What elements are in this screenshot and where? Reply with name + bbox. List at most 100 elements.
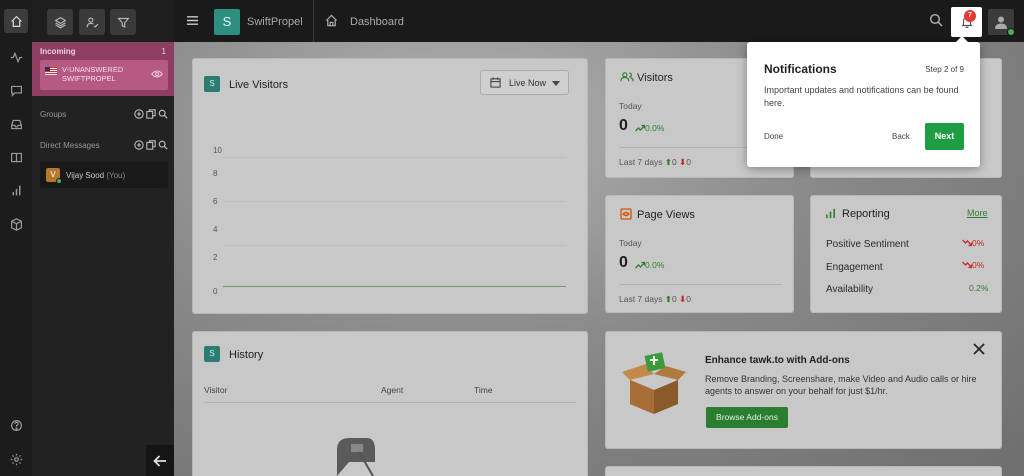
search-icon[interactable] <box>929 13 943 27</box>
incoming-count: 1 <box>161 47 166 56</box>
reporting-row-label: Availability <box>826 284 874 295</box>
gridline <box>223 245 566 246</box>
notifications-button[interactable]: 7 <box>951 7 982 37</box>
icon-rail <box>0 0 32 476</box>
filter-icon[interactable] <box>110 9 136 35</box>
chevron-down-icon <box>552 81 560 86</box>
live-now-dropdown[interactable]: Live Now <box>480 70 569 95</box>
help-icon[interactable] <box>4 413 28 437</box>
history-header-divider <box>204 402 576 403</box>
reports-icon[interactable] <box>4 178 28 202</box>
menu-icon[interactable] <box>186 14 199 27</box>
user-icon <box>995 16 1007 29</box>
visitors-today-value: 0 <box>619 117 628 134</box>
collapse-panel-button[interactable] <box>146 445 174 476</box>
history-col-time: Time <box>474 385 493 395</box>
addons-title: Enhance tawk.to with Add-ons <box>705 355 850 366</box>
dm-user-name: Vijay Sood (You) <box>66 171 125 180</box>
history-title: History <box>229 349 264 361</box>
gridline <box>223 201 566 202</box>
groups-label: Groups <box>40 110 67 119</box>
settings-gear-icon[interactable] <box>4 447 28 471</box>
arrow-up-icon: ⬆ <box>664 294 672 304</box>
search-dm-icon[interactable] <box>158 140 168 150</box>
top-header: S SwiftPropel Dashboard 7 <box>174 0 1024 42</box>
live-visitors-badge: S <box>204 76 220 92</box>
tour-back-button[interactable]: Back <box>892 132 910 141</box>
property-logo[interactable]: S <box>214 9 240 35</box>
inbox-icon[interactable] <box>4 112 28 136</box>
reporting-row-value-text: 0% <box>972 238 985 248</box>
trend-down-icon <box>962 261 972 269</box>
tour-next-button[interactable]: Next <box>925 123 964 150</box>
y-tick: 4 <box>213 225 218 234</box>
us-flag-icon <box>45 67 57 75</box>
y-tick: 0 <box>213 287 218 296</box>
incoming-section: Incoming 1 V-UNANSWERED SWIFTPROPEL <box>32 42 174 96</box>
y-tick: 2 <box>213 253 218 262</box>
breadcrumb-home-icon <box>325 14 338 27</box>
layers-icon[interactable] <box>47 9 73 35</box>
history-col-visitor: Visitor <box>204 385 228 395</box>
notification-count-badge: 7 <box>964 10 976 22</box>
reporting-row-label: Engagement <box>826 262 883 273</box>
visitors-change: 0.0% <box>635 123 664 133</box>
reporting-more-link[interactable]: More <box>967 208 988 218</box>
trend-down-icon <box>962 239 972 247</box>
reporting-row-label: Positive Sentiment <box>826 239 909 250</box>
tour-step: Step 2 of 9 <box>925 65 964 74</box>
dm-user-item[interactable]: V Vijay Sood (You) <box>40 162 168 188</box>
arrow-left-icon <box>153 454 166 467</box>
live-visitors-title: Live Visitors <box>229 79 289 91</box>
reporting-icon <box>826 208 835 219</box>
incoming-title: Incoming <box>40 47 76 56</box>
reporting-row-value-text: 0% <box>972 260 985 270</box>
breadcrumb: Dashboard <box>350 16 404 28</box>
incoming-chat-item[interactable]: V-UNANSWERED SWIFTPROPEL <box>40 60 168 90</box>
property-name[interactable]: SwiftPropel <box>247 16 303 28</box>
page-views-today-value: 0 <box>619 254 628 271</box>
conversations-panel: Incoming 1 V-UNANSWERED SWIFTPROPEL Grou… <box>32 0 174 476</box>
history-card: S History <box>192 331 588 476</box>
tour-title: Notifications <box>764 62 837 76</box>
y-tick: 6 <box>213 197 218 206</box>
page-views-change-text: 0.0% <box>645 260 665 270</box>
header-divider <box>313 0 314 42</box>
knowledge-base-icon[interactable] <box>4 145 28 169</box>
copy-icon[interactable] <box>146 109 156 119</box>
activity-icon[interactable] <box>4 45 28 69</box>
live-now-value: Live Now <box>509 78 547 88</box>
y-tick: 10 <box>213 146 222 155</box>
eye-icon[interactable] <box>151 69 163 79</box>
addons-description: Remove Branding, Screenshare, make Video… <box>705 374 977 396</box>
copy-dm-icon[interactable] <box>146 140 156 150</box>
reporting-row-value: 0% <box>962 238 984 248</box>
home-icon[interactable] <box>4 9 28 33</box>
visitors-last7: Last 7 days ⬆0 ⬇0 <box>619 157 691 168</box>
user-menu-button[interactable] <box>988 9 1015 36</box>
y-tick: 8 <box>213 169 218 178</box>
addons-box-icon[interactable] <box>4 212 28 236</box>
assigned-user-icon[interactable] <box>79 9 105 35</box>
search-groups-icon[interactable] <box>158 109 168 119</box>
reporting-row-value: 0% <box>962 260 984 270</box>
reporting-row-value: 0.2% <box>969 283 989 293</box>
visitors-change-text: 0.0% <box>645 123 665 133</box>
browse-addons-button[interactable]: Browse Add-ons <box>706 407 788 428</box>
page-views-today-label: Today <box>619 238 642 248</box>
dm-user-suffix: (You) <box>106 171 126 180</box>
page-views-change: 0.0% <box>635 260 664 270</box>
close-icon[interactable] <box>972 342 986 356</box>
page-views-up-count: 0 <box>671 294 677 304</box>
dm-tools <box>134 140 168 150</box>
page-views-title: Page Views <box>637 209 695 221</box>
tour-body: Important updates and notifications can … <box>764 85 959 108</box>
add-group-icon[interactable] <box>134 109 144 119</box>
chat-icon[interactable] <box>4 78 28 102</box>
page-views-icon <box>620 208 632 220</box>
tour-done-button[interactable]: Done <box>764 132 783 141</box>
add-dm-icon[interactable] <box>134 140 144 150</box>
page-views-down-count: 0 <box>686 294 691 304</box>
page-views-card: Page Views Today 0 0.0% Last 7 days ⬆0 ⬇… <box>605 195 794 313</box>
visitors-up-count: 0 <box>671 157 677 167</box>
